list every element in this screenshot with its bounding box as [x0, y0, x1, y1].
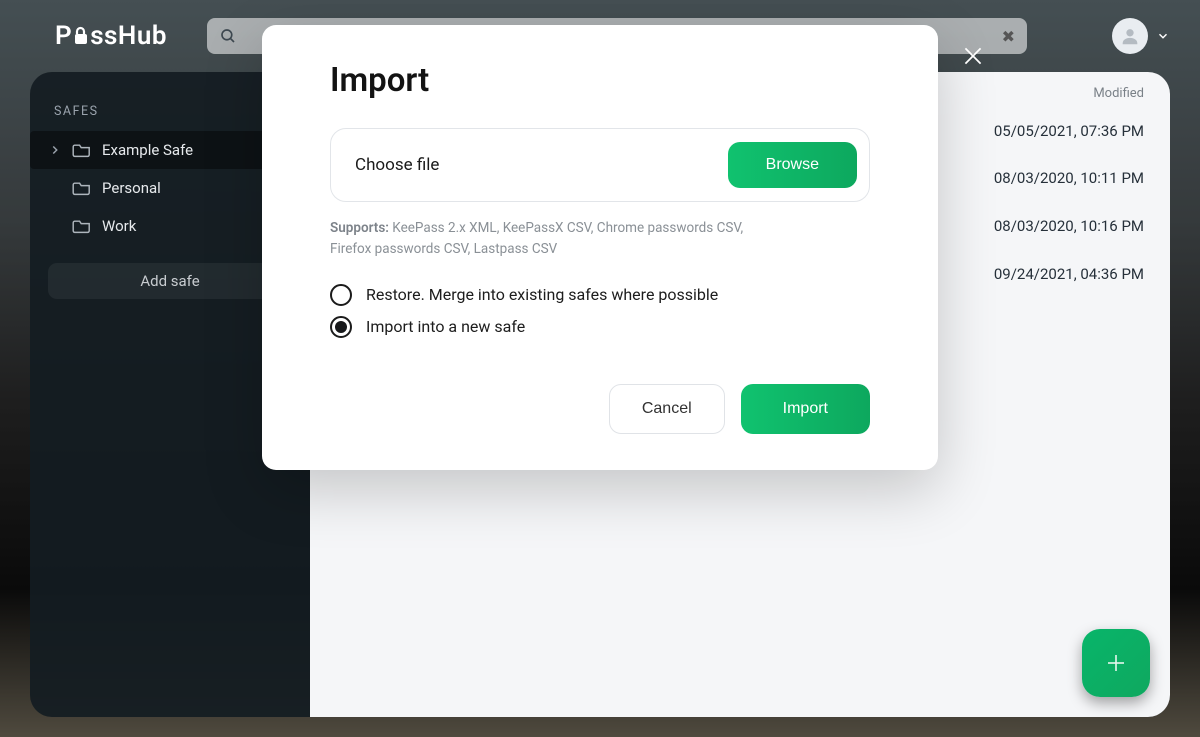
- option-label: Import into a new safe: [366, 317, 525, 336]
- file-picker-label: Choose file: [355, 155, 439, 175]
- radio-dot: [335, 321, 347, 333]
- modal-title: Import: [330, 61, 870, 100]
- import-modal: Import Choose file Browse Supports: KeeP…: [262, 25, 938, 470]
- option-restore[interactable]: Restore. Merge into existing safes where…: [330, 284, 870, 306]
- close-modal-button[interactable]: [960, 43, 986, 73]
- close-icon: [960, 43, 986, 69]
- option-import-new[interactable]: Import into a new safe: [330, 316, 870, 338]
- supports-text: KeePass 2.x XML, KeePassX CSV, Chrome pa…: [330, 220, 743, 257]
- import-button[interactable]: Import: [741, 384, 870, 434]
- browse-button[interactable]: Browse: [728, 142, 857, 188]
- supports-prefix: Supports:: [330, 220, 389, 236]
- radio-icon: [330, 316, 352, 338]
- option-label: Restore. Merge into existing safes where…: [366, 285, 718, 304]
- supported-formats: Supports: KeePass 2.x XML, KeePassX CSV,…: [330, 218, 760, 260]
- cancel-button[interactable]: Cancel: [609, 384, 725, 434]
- modal-backdrop: Import Choose file Browse Supports: KeeP…: [0, 0, 1200, 737]
- file-picker: Choose file Browse: [330, 128, 870, 202]
- radio-icon: [330, 284, 352, 306]
- modal-actions: Cancel Import: [330, 384, 870, 434]
